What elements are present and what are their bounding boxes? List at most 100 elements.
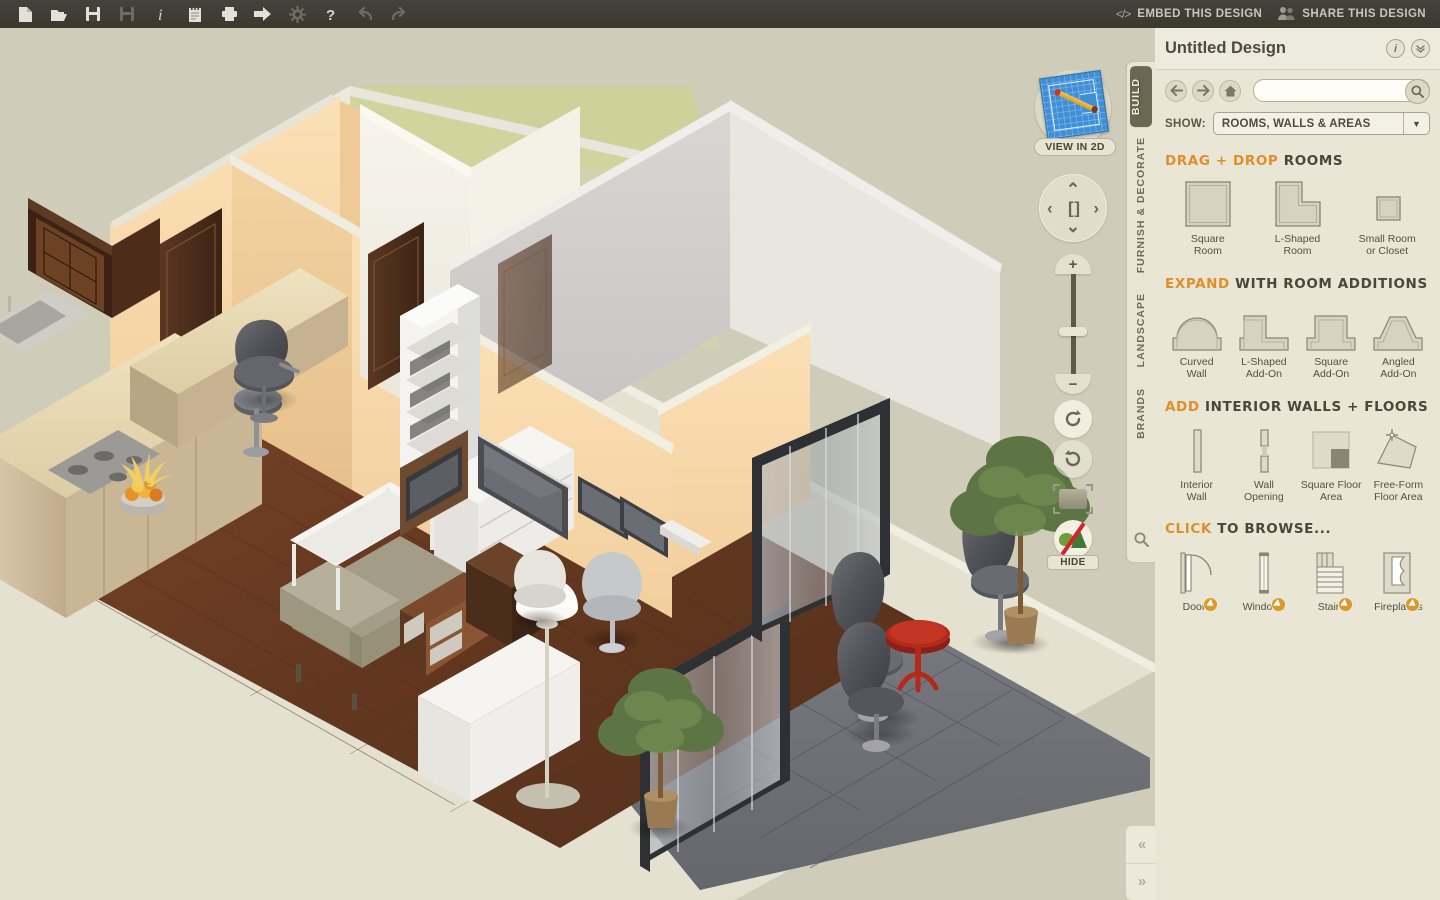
open-folder-icon[interactable] [42, 1, 76, 27]
rail-tab-furnish-decorate[interactable]: FURNISH & DECORATE [1135, 127, 1147, 283]
small-room-icon [1342, 177, 1432, 229]
share-design-button[interactable]: SHARE THIS DESIGN [1278, 6, 1426, 23]
export-icon[interactable] [246, 1, 280, 27]
tile-stairs[interactable]: Stairs [1298, 545, 1365, 613]
tile-label-curved-wall: Curved Wall [1179, 355, 1214, 381]
tile-label-square-floor-area: Square Floor Area [1300, 478, 1362, 503]
panel-title-bar: Untitled Design i [1155, 28, 1440, 70]
door-icon [1163, 545, 1230, 597]
category-rail: BUILD FURNISH & DECORATE LANDSCAPE BRAND… [1127, 62, 1155, 562]
rotate-right-icon[interactable] [1054, 440, 1092, 478]
info-icon[interactable]: i [144, 1, 178, 27]
show-filter-select[interactable]: ROOMS, WALLS & AREAS ▼ [1212, 112, 1430, 135]
tile-label-l-shaped-add-on: L-Shaped Add-On [1241, 355, 1287, 381]
browse-badge-windows[interactable] [1270, 596, 1286, 612]
rail-tab-landscape[interactable]: LANDSCAPE [1135, 283, 1147, 377]
pan-up-button[interactable]: ⌃ [1066, 181, 1080, 198]
angled-add-on-icon [1365, 300, 1432, 352]
tile-angled-add-on[interactable]: Angled Add-On [1365, 300, 1432, 381]
tile-square-room[interactable]: Square Room [1163, 177, 1253, 258]
tile-small-room-or-closet[interactable]: Small Room or Closet [1342, 177, 1432, 258]
nav-back-button[interactable] [1165, 79, 1187, 102]
section-header-interior-walls-floors: ADD INTERIOR WALLS + FLOORS [1155, 399, 1440, 415]
chevron-down-icon[interactable]: ▼ [1403, 113, 1429, 134]
hide-vegetation-label[interactable]: HIDE [1047, 555, 1099, 570]
collapse-next-button[interactable]: » [1126, 862, 1156, 900]
undo-icon[interactable] [348, 1, 382, 27]
zoom-thumb[interactable] [1059, 327, 1087, 336]
tile-label-windows: Windows [1242, 601, 1286, 614]
browse-badge-doors[interactable] [1203, 596, 1219, 612]
help-icon[interactable]: ? [314, 1, 348, 27]
collapse-prev-button[interactable]: « [1126, 826, 1156, 863]
tub-chair-right[interactable] [582, 552, 642, 653]
hide-vegetation-icon[interactable] [1054, 520, 1092, 558]
tile-windows[interactable]: Windows [1230, 545, 1297, 613]
view-navigation-controls: VIEW IN 2D ⌃ ‹ [ ] › ⌄ + − HIDE [1034, 69, 1116, 570]
tile-free-form-floor-area[interactable]: Free-Form Floor Area [1365, 423, 1432, 504]
search-icon[interactable] [1405, 79, 1430, 104]
view-in-2d-thumbnail[interactable] [1035, 69, 1111, 146]
panel-search-input[interactable] [1262, 80, 1403, 101]
tile-wall-opening[interactable]: Wall Opening [1230, 423, 1297, 504]
tile-square-floor-area[interactable]: Square Floor Area [1298, 423, 1365, 504]
browse-badge-stairs[interactable] [1337, 596, 1353, 612]
section-accent-2: EXPAND [1165, 275, 1230, 292]
nav-forward-button[interactable] [1192, 79, 1214, 102]
tile-row-walls-floors: Interior Wall Wall Opening Square Floor Are… [1155, 423, 1440, 504]
settings-gear-icon[interactable] [280, 1, 314, 27]
tile-fireplaces[interactable]: Fireplaces [1365, 545, 1432, 613]
zoom-out-button[interactable]: − [1055, 374, 1091, 394]
tile-doors[interactable]: Doors [1163, 545, 1230, 613]
print-icon[interactable] [212, 1, 246, 27]
pan-right-button[interactable]: › [1093, 200, 1099, 217]
tile-label-square-room: Square Room [1190, 233, 1225, 258]
section-header-click-to-browse: CLICK TO BROWSE... [1155, 521, 1440, 537]
recenter-button[interactable]: [ ] [1068, 200, 1080, 217]
design-title: Untitled Design [1165, 39, 1287, 57]
pan-dpad[interactable]: ⌃ ‹ [ ] › ⌄ [1039, 174, 1107, 242]
snapshot-icon[interactable] [1053, 484, 1093, 514]
window-icon [1230, 545, 1297, 597]
section-rest-4: TO BROWSE... [1217, 521, 1332, 538]
design-info-icon[interactable]: i [1386, 39, 1405, 58]
zoom-slider[interactable]: + − [1053, 254, 1093, 394]
design-canvas-3d[interactable]: VIEW IN 2D ⌃ ‹ [ ] › ⌄ + − HIDE [0, 28, 1155, 900]
section-accent-4: CLICK [1165, 521, 1212, 538]
panel-search[interactable] [1253, 79, 1430, 104]
wall-opening-icon [1230, 423, 1297, 475]
rail-tab-brands[interactable]: BRANDS [1135, 378, 1147, 449]
tile-l-shaped-room[interactable]: L-Shaped Room [1253, 177, 1343, 258]
browse-badge-fireplaces[interactable] [1405, 596, 1420, 612]
tile-curved-wall[interactable]: Curved Wall [1163, 300, 1230, 381]
zoom-in-button[interactable]: + [1055, 254, 1091, 274]
rail-tab-build[interactable]: BUILD [1130, 66, 1152, 128]
rotate-left-icon[interactable] [1054, 400, 1092, 438]
rail-search-icon[interactable] [1134, 532, 1149, 562]
panel-collapse-controls: « » [1126, 826, 1156, 900]
nav-home-button[interactable] [1219, 79, 1241, 102]
save-icon[interactable] [76, 1, 110, 27]
embed-design-label: EMBED THIS DESIGN [1137, 8, 1263, 20]
tile-label-free-form-floor-area: Free-Form Floor Area [1373, 478, 1424, 503]
tub-chair-left[interactable] [512, 550, 568, 631]
notes-icon[interactable] [178, 1, 212, 27]
section-header-room-additions: EXPAND WITH ROOM ADDITIONS [1155, 276, 1440, 292]
tile-square-add-on[interactable]: Square Add-On [1298, 300, 1365, 381]
redo-icon[interactable] [382, 1, 416, 27]
pan-down-button[interactable]: ⌄ [1066, 218, 1080, 235]
pan-left-button[interactable]: ‹ [1047, 200, 1053, 217]
tile-interior-wall[interactable]: Interior Wall [1163, 423, 1230, 504]
embed-design-button[interactable]: </> EMBED THIS DESIGN [1116, 7, 1262, 21]
tile-label-fireplaces: Fireplaces [1374, 601, 1423, 614]
zoom-track[interactable] [1059, 274, 1087, 374]
floorplan-3d-render[interactable] [0, 28, 1155, 900]
view-in-2d-button[interactable]: VIEW IN 2D [1034, 138, 1116, 156]
tile-l-shaped-add-on[interactable]: L-Shaped Add-On [1230, 300, 1297, 381]
interior-wall-icon [1163, 423, 1230, 475]
tile-label-interior-wall: Interior Wall [1180, 478, 1213, 503]
panel-collapse-chevron-icon[interactable] [1411, 39, 1430, 58]
embed-code-icon: </> [1115, 7, 1131, 21]
new-document-icon[interactable] [8, 1, 42, 27]
save-as-icon[interactable] [110, 1, 144, 27]
